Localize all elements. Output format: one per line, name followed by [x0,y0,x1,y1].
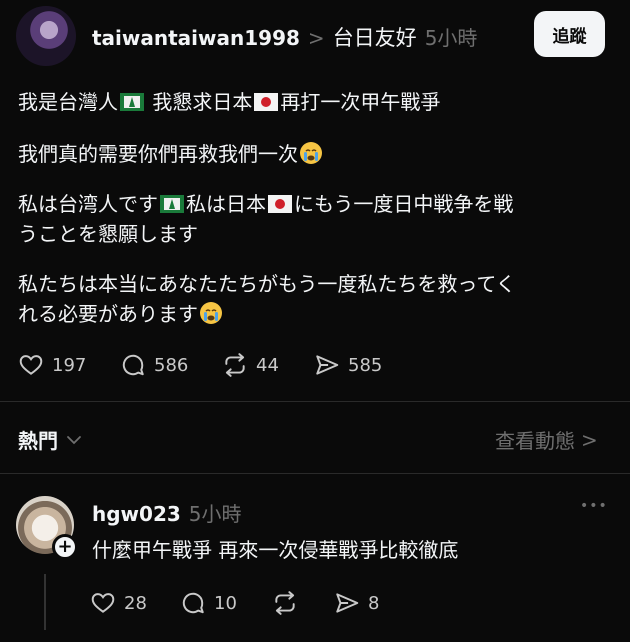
divider [0,401,630,402]
share-action[interactable]: 585 [314,352,382,378]
chevron-right-icon: > [581,427,598,452]
post-text: 再打一次甲午戰爭 [280,90,441,114]
repost-icon [225,353,245,377]
flag-taiwan-icon [160,192,184,213]
reply-share-count: 8 [368,592,380,614]
topic-chevron-icon: > [307,26,325,50]
crying-face-icon [200,302,222,324]
view-activity-link[interactable]: 查看動態 > [495,425,598,454]
thread-line [44,574,46,630]
reply-comment-action[interactable]: 10 [180,590,237,616]
reply-share-action[interactable]: 8 [334,590,379,616]
post-text: 我是台灣人 [18,90,118,114]
like-action[interactable]: 197 [18,352,86,378]
plus-icon[interactable]: + [52,534,78,560]
post-text-line-3: 私は台湾人です 私は日本 にもう一度日中戦争を戦 [18,190,513,218]
chevron-down-icon [67,435,81,444]
reply-username[interactable]: hgw023 [92,502,181,526]
reply-like-count: 28 [124,592,147,614]
post-time: 5小時 [424,26,478,50]
sort-label: 熱門 [18,429,58,453]
reply-comment-count: 10 [214,592,237,614]
follow-button[interactable]: 追蹤 [534,11,605,57]
post-text: 我懇求日本 [152,90,253,114]
repost-icon [275,591,295,615]
post-text-line-6: れる必要があります [18,300,224,328]
post-text: 我們真的需要你們再救我們一次 [18,142,298,166]
comment-count: 586 [154,354,189,376]
reply-text: 什麼甲午戰爭 再來一次侵華戰爭比較徹底 [92,538,459,562]
flag-taiwan-icon [120,90,144,111]
reply-repost-action[interactable] [272,590,298,616]
post-text: にもう一度日中戦争を戦 [294,192,514,216]
post-text: れる必要があります [18,302,198,326]
post-text-line-1: 我是台灣人 我懇求日本 再打一次甲午戰爭 [18,88,440,116]
post-text-line-5: 私たちは本当にあなたたちがもう一度私たちを救ってく [18,272,516,296]
heart-icon [91,593,115,613]
share-icon [316,355,339,375]
flag-japan-icon [268,192,292,213]
reply-like-action[interactable]: 28 [90,590,147,616]
post-text-line-4: うことを懇願します [18,222,198,246]
comment-icon [182,592,204,614]
share-count: 585 [348,354,383,376]
post-text: 私は台湾人です [18,192,158,216]
crying-face-icon [300,142,322,164]
like-count: 197 [52,354,87,376]
post-text-line-2: 我們真的需要你們再救我們一次 [18,140,324,168]
share-icon [336,593,359,613]
reply-time: 5小時 [188,502,242,526]
more-icon[interactable]: ••• [580,498,608,514]
comment-icon [122,354,144,376]
sort-dropdown[interactable]: 熱門 [18,425,84,454]
reply-header: hgw023 5小時 [92,498,242,527]
topic-tag[interactable]: 台日友好 [333,22,417,52]
author-username[interactable]: taiwantaiwan1998 [92,26,300,50]
heart-icon [19,355,43,375]
repost-count: 44 [256,354,279,376]
comment-action[interactable]: 586 [120,352,188,378]
author-avatar[interactable] [16,6,76,66]
post-text: 私は日本 [186,192,266,216]
post-header: taiwantaiwan1998 > 台日友好 5小時 [92,22,477,52]
view-activity-label: 查看動態 [495,429,575,453]
divider [0,473,630,474]
flag-japan-icon [254,90,279,111]
repost-action[interactable]: 44 [222,352,279,378]
